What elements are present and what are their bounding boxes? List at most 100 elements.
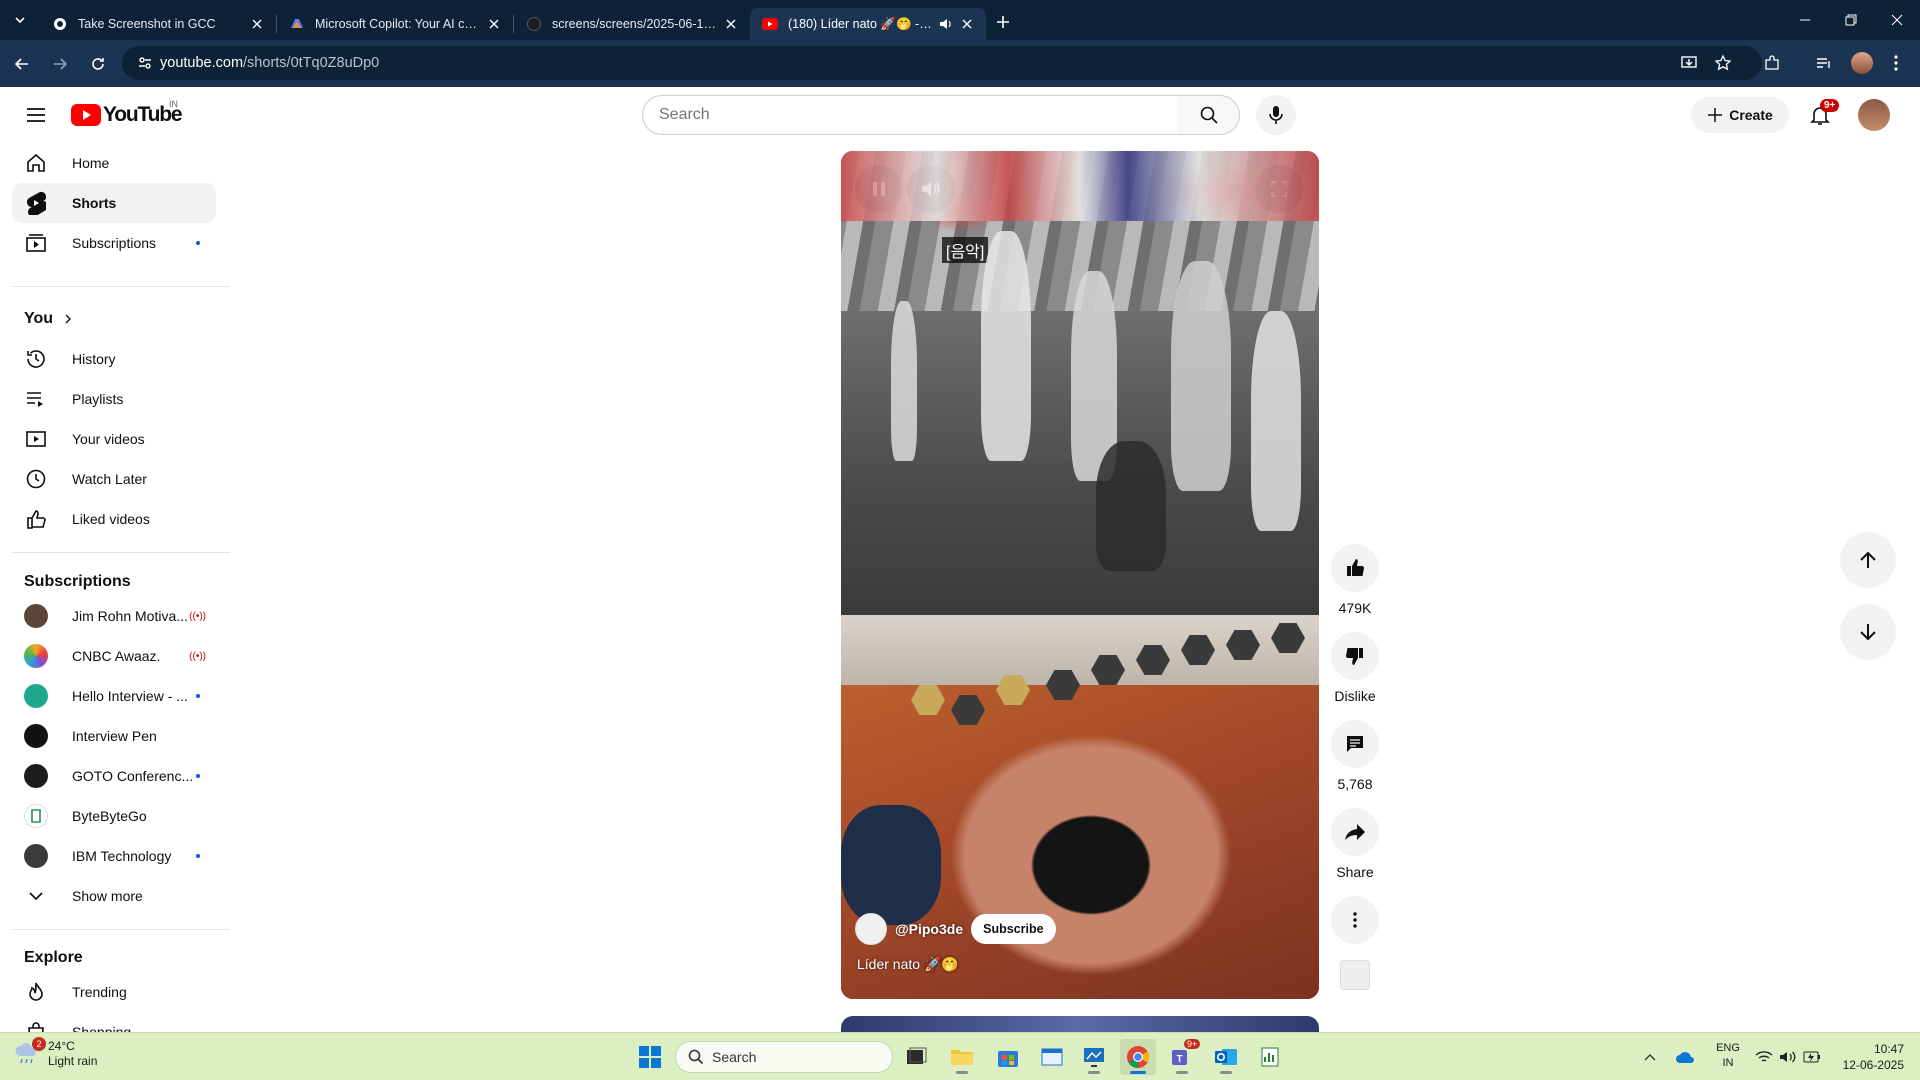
subscribe-button[interactable]: Subscribe — [971, 914, 1056, 944]
teams-icon: T — [1172, 1050, 1187, 1065]
like-button[interactable] — [1331, 544, 1379, 592]
notifications-button[interactable]: 9+ — [1800, 95, 1840, 135]
sidebar-item-shopping[interactable]: Shopping — [12, 1012, 216, 1032]
dislike-button[interactable] — [1331, 632, 1379, 680]
profile-button[interactable] — [1846, 47, 1878, 79]
back-button[interactable] — [6, 48, 38, 80]
browser-menu-button[interactable] — [1880, 47, 1912, 79]
dumbbell — [951, 695, 985, 725]
close-tab-icon[interactable] — [248, 15, 266, 33]
battery-button[interactable] — [1800, 1039, 1824, 1075]
sidebar-you-header[interactable]: You — [12, 299, 216, 339]
sidebar-item-home[interactable]: Home — [12, 143, 216, 183]
taskbar-window-app[interactable] — [1034, 1039, 1070, 1075]
close-tab-icon[interactable] — [722, 15, 740, 33]
comments-button[interactable] — [1331, 720, 1379, 768]
shorts-player[interactable]: [음악] @Pipo3de Subscribe Líder nato 🚀🤭 — [841, 151, 1319, 999]
show-hidden-icons-button[interactable] — [1640, 1039, 1660, 1075]
short-title[interactable]: Líder nato 🚀🤭 — [857, 956, 959, 973]
taskbar-file-explorer[interactable] — [944, 1039, 980, 1075]
tab-search-button[interactable] — [0, 0, 40, 40]
search-input[interactable] — [659, 106, 1178, 124]
minimize-icon — [1800, 19, 1810, 21]
wifi-button[interactable] — [1752, 1039, 1776, 1075]
sidebar-item-watch-later[interactable]: Watch Later — [12, 459, 216, 499]
sidebar-label: Playlists — [72, 391, 124, 407]
taskbar-notepad-app[interactable] — [1252, 1039, 1288, 1075]
chevron-up-icon — [1644, 1054, 1656, 1061]
browser-toolbar: youtube.com/shorts/0tTq0Z8uDp0 — [0, 40, 1920, 87]
voice-search-button[interactable] — [1256, 95, 1296, 135]
restore-button[interactable] — [1828, 0, 1874, 40]
channel-name[interactable]: @Pipo3de — [895, 921, 963, 937]
media-control-button[interactable] — [1808, 47, 1840, 79]
start-button[interactable] — [632, 1039, 668, 1075]
sidebar-item-liked-videos[interactable]: Liked videos — [12, 499, 216, 539]
minimize-button[interactable] — [1782, 0, 1828, 40]
close-tab-icon[interactable] — [958, 15, 976, 33]
share-button[interactable] — [1331, 808, 1379, 856]
close-tab-icon[interactable] — [485, 15, 503, 33]
tab-0[interactable]: Take Screenshot in GCC — [40, 8, 276, 40]
sidebar-item-subscriptions[interactable]: Subscriptions — [12, 223, 216, 263]
sidebar-channel-goto-conferences[interactable]: GOTO Conferenc... — [12, 756, 216, 796]
taskbar-chrome[interactable] — [1120, 1039, 1156, 1075]
sidebar-item-your-videos[interactable]: Your videos — [12, 419, 216, 459]
taskbar-teams[interactable]: T 9+ — [1164, 1039, 1201, 1075]
onedrive-button[interactable] — [1672, 1039, 1698, 1075]
create-label: Create — [1729, 107, 1773, 123]
sidebar-channel-interview-pen[interactable]: Interview Pen — [12, 716, 216, 756]
input-language[interactable]: ENG IN — [1712, 1041, 1744, 1071]
new-tab-button[interactable] — [986, 6, 1020, 38]
sidebar-label: Jim Rohn Motiva... — [72, 608, 188, 624]
guide-menu-button[interactable] — [18, 97, 54, 133]
more-vertical-icon — [1894, 55, 1898, 71]
next-short-preview[interactable] — [841, 1016, 1319, 1032]
arrow-up-icon — [1860, 551, 1876, 568]
browser-tab-strip: Take Screenshot in GCC Microsoft Copilot… — [0, 0, 1920, 40]
previous-short-button[interactable] — [1840, 532, 1896, 588]
close-window-button[interactable] — [1874, 0, 1920, 40]
taskbar-remote-desktop[interactable] — [1076, 1039, 1112, 1075]
figure — [891, 301, 917, 461]
forward-button[interactable] — [44, 48, 76, 80]
sound-thumbnail[interactable] — [1340, 960, 1370, 990]
sidebar-channel-hello-interview[interactable]: Hello Interview - ... — [12, 676, 216, 716]
system-clock[interactable]: 10:47 12-06-2025 — [1838, 1041, 1904, 1073]
account-avatar[interactable] — [1858, 99, 1890, 131]
create-button[interactable]: Create — [1691, 97, 1789, 133]
sidebar-channel-cnbc-awaaz[interactable]: CNBC Awaaz. ((•)) — [12, 636, 216, 676]
site-info-icon[interactable] — [130, 55, 160, 71]
tab-1[interactable]: Microsoft Copilot: Your AI companion — [277, 8, 513, 40]
sidebar-show-more[interactable]: Show more — [12, 876, 216, 916]
sidebar-channel-bytebytego[interactable]: ByteByteGo — [12, 796, 216, 836]
next-short-button[interactable] — [1840, 604, 1896, 660]
speaker-icon[interactable] — [938, 17, 952, 31]
sidebar-item-shorts[interactable]: Shorts — [12, 183, 216, 223]
tab-2[interactable]: screens/screens/2025-06-12_09 — [514, 8, 750, 40]
tab-3-active[interactable]: (180) Líder nato 🚀🤭 - YouTube — [750, 8, 986, 40]
sidebar-item-trending[interactable]: Trending — [12, 972, 216, 1012]
weather-widget[interactable]: 2 24°C Light rain — [14, 1037, 97, 1069]
install-app-button[interactable] — [1673, 47, 1705, 79]
address-bar[interactable]: youtube.com/shorts/0tTq0Z8uDp0 — [122, 46, 1762, 80]
bookmark-button[interactable] — [1707, 47, 1739, 79]
sidebar-item-history[interactable]: History — [12, 339, 216, 379]
channel-avatar[interactable] — [855, 913, 887, 945]
sidebar-channel-jim-rohn[interactable]: Jim Rohn Motiva... ((•)) — [12, 596, 216, 636]
taskbar-outlook[interactable] — [1208, 1039, 1244, 1075]
sidebar-channel-ibm-technology[interactable]: IBM Technology — [12, 836, 216, 876]
search-button[interactable] — [1178, 95, 1240, 135]
reload-button[interactable] — [82, 48, 114, 80]
more-options-button[interactable] — [1331, 896, 1379, 944]
youtube-logo[interactable]: YouTube IN — [71, 99, 183, 127]
sidebar-item-playlists[interactable]: Playlists — [12, 379, 216, 419]
task-view-button[interactable] — [898, 1039, 934, 1075]
chrome-icon — [1127, 1046, 1149, 1068]
country-code: IN — [169, 99, 178, 109]
taskbar-search[interactable]: Search — [675, 1041, 893, 1073]
extensions-button[interactable] — [1756, 47, 1788, 79]
url-host: youtube.com — [160, 55, 244, 71]
volume-button[interactable] — [1776, 1039, 1800, 1075]
taskbar-store[interactable] — [990, 1039, 1026, 1075]
